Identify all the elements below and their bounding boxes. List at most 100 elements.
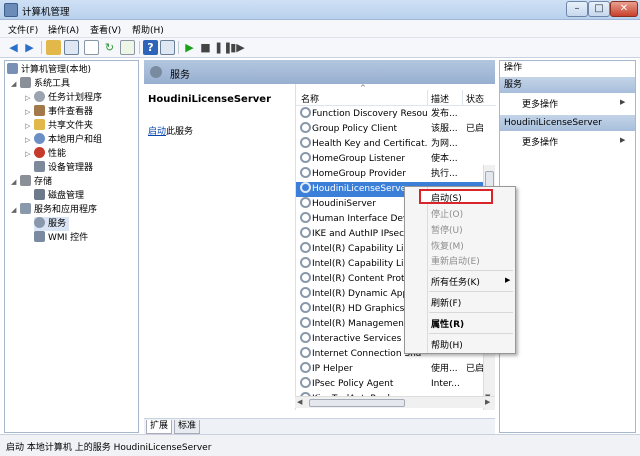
tree-system-tools-label: 系统工具 xyxy=(34,79,71,89)
gear-icon xyxy=(34,217,45,228)
performance-icon xyxy=(34,147,45,158)
tree-performance[interactable]: ▷ 性能 xyxy=(25,147,66,161)
gear-icon xyxy=(300,287,311,298)
help-icon[interactable]: ? xyxy=(143,40,158,55)
play-icon[interactable]: ▶ xyxy=(182,40,197,55)
console-icon[interactable] xyxy=(160,40,175,55)
gear-icon xyxy=(300,347,311,358)
window-title: 计算机管理 xyxy=(22,7,70,18)
expand-triangle-icon[interactable]: ▷ xyxy=(25,133,34,147)
tree-disk-management[interactable]: 磁盘管理 xyxy=(34,189,84,203)
service-description: 发布... xyxy=(431,109,458,119)
tab-standard[interactable]: 标准 xyxy=(174,420,201,434)
service-description: Inter... xyxy=(431,379,460,389)
submenu-arrow-icon: ▶ xyxy=(620,98,626,106)
tree-device-manager[interactable]: 设备管理器 xyxy=(34,161,93,175)
tree-event-viewer-label: 事件查看器 xyxy=(48,107,94,117)
clock-icon xyxy=(34,91,45,102)
refresh-icon[interactable]: ↻ xyxy=(102,40,117,55)
column-divider[interactable] xyxy=(462,90,463,106)
menu-item-pause[interactable]: 暂停(U) xyxy=(431,223,463,236)
tree-event-viewer[interactable]: ▷ 事件查看器 xyxy=(25,105,93,119)
service-name: HomeGroup Listener xyxy=(312,154,406,164)
expand-triangle-icon[interactable]: ▷ xyxy=(25,147,34,161)
service-row[interactable]: Health Key and Certificat... 为网... xyxy=(296,137,486,152)
menu-item-resume[interactable]: 恢复(M) xyxy=(431,239,464,252)
tree-local-users[interactable]: ▷ 本地用户和组 xyxy=(25,133,102,147)
menu-item-refresh[interactable]: 刷新(F) xyxy=(431,296,461,309)
tree-storage[interactable]: ◢ 存储 xyxy=(11,175,52,189)
service-row[interactable]: IPsec Policy Agent Inter... xyxy=(296,377,486,392)
export-icon[interactable] xyxy=(120,40,135,55)
back-arrow-icon[interactable]: ◀ xyxy=(6,40,21,55)
tree-services-apps[interactable]: ◢ 服务和应用程序 xyxy=(11,203,97,217)
properties-icon[interactable] xyxy=(84,40,99,55)
service-name: Health Key and Certificat... xyxy=(312,139,428,149)
up-folder-icon[interactable] xyxy=(46,40,61,55)
scroll-left-arrow-icon[interactable]: ◀ xyxy=(297,398,302,406)
service-row[interactable]: Function Discovery Resou... 发布... xyxy=(296,107,486,122)
tree-services-label: 服务 xyxy=(48,219,67,229)
maximize-button[interactable]: □ xyxy=(588,1,610,17)
gear-icon xyxy=(300,152,311,163)
service-name: Group Policy Client xyxy=(312,124,398,134)
actions-section-services[interactable]: 服务 xyxy=(500,77,635,93)
menu-item-help[interactable]: 帮助(H) xyxy=(431,338,463,351)
menu-action[interactable]: 操作(A) xyxy=(48,23,79,36)
title-bar[interactable]: 计算机管理 – □ ✕ xyxy=(0,0,640,20)
services-header: 服务 xyxy=(144,60,495,84)
pause-icon[interactable]: ❚❚ xyxy=(214,40,232,55)
expand-triangle-icon[interactable]: ▷ xyxy=(25,119,34,133)
tree-services[interactable]: 服务 xyxy=(34,217,70,231)
menu-item-stop[interactable]: 停止(O) xyxy=(431,207,463,220)
scroll-right-arrow-icon[interactable]: ▶ xyxy=(485,398,490,406)
menu-item-start[interactable]: 启动(S) xyxy=(431,191,462,204)
tree-wmi[interactable]: WMI 控件 xyxy=(34,231,88,245)
more-actions-selected[interactable]: 更多操作 xyxy=(522,135,558,148)
actions-section-selected[interactable]: HoudiniLicenseServer xyxy=(500,115,635,131)
console-tree-icon[interactable] xyxy=(64,40,79,55)
column-name-header[interactable]: 名称 xyxy=(301,92,319,105)
tree-system-tools[interactable]: ◢ 系统工具 xyxy=(11,77,70,91)
scrollbar-thumb[interactable] xyxy=(309,399,405,407)
menu-item-properties[interactable]: 属性(R) xyxy=(431,317,464,330)
expand-triangle-icon[interactable]: ▷ xyxy=(25,105,34,119)
tree-root[interactable]: 计算机管理(本地) xyxy=(7,63,91,77)
service-description: 该服... xyxy=(431,124,458,134)
service-row[interactable]: Group Policy Client 该服... 已启 xyxy=(296,122,486,137)
gear-icon xyxy=(300,272,311,283)
collapse-triangle-icon[interactable]: ◢ xyxy=(11,77,20,91)
stop-icon[interactable]: ■ xyxy=(198,40,213,55)
expand-triangle-icon[interactable]: ▷ xyxy=(25,91,34,105)
restart-icon[interactable]: ▮▶ xyxy=(230,40,245,55)
collapse-triangle-icon[interactable]: ◢ xyxy=(11,175,20,189)
start-service-link[interactable]: 启动 xyxy=(148,127,166,137)
service-description: 使用... xyxy=(431,364,458,374)
close-button[interactable]: ✕ xyxy=(610,1,638,17)
collapse-triangle-icon[interactable]: ◢ xyxy=(11,203,20,217)
storage-icon xyxy=(20,175,31,186)
column-desc-header[interactable]: 描述 xyxy=(431,92,449,105)
column-status-header[interactable]: 状态 xyxy=(466,92,484,105)
menu-file[interactable]: 文件(F) xyxy=(8,23,38,36)
menu-item-restart[interactable]: 重新启动(E) xyxy=(431,254,480,267)
tree-task-scheduler[interactable]: ▷ 任务计划程序 xyxy=(25,91,102,105)
menu-view[interactable]: 查看(V) xyxy=(90,23,121,36)
menu-item-all-tasks[interactable]: 所有任务(K) xyxy=(431,275,480,288)
horizontal-scrollbar[interactable]: ◀ ▶ xyxy=(295,396,495,408)
tree-shared-folders[interactable]: ▷ 共享文件夹 xyxy=(25,119,93,133)
service-row[interactable]: HomeGroup Provider 执行... xyxy=(296,167,486,182)
more-actions-services[interactable]: 更多操作 xyxy=(522,97,558,110)
service-row[interactable]: HomeGroup Listener 使本... xyxy=(296,152,486,167)
column-divider[interactable] xyxy=(427,90,428,106)
menu-separator xyxy=(429,291,513,292)
wmi-icon xyxy=(34,231,45,242)
status-bar: 启动 本地计算机 上的服务 HoudiniLicenseServer xyxy=(0,434,640,456)
service-description: 使本... xyxy=(431,154,458,164)
menu-help[interactable]: 帮助(H) xyxy=(132,23,164,36)
minimize-button[interactable]: – xyxy=(566,1,588,17)
forward-arrow-icon[interactable]: ▶ xyxy=(22,40,37,55)
service-row[interactable]: IP Helper 使用... 已启 xyxy=(296,362,486,377)
tab-extended[interactable]: 扩展 xyxy=(146,420,173,434)
tools-icon xyxy=(20,77,31,88)
